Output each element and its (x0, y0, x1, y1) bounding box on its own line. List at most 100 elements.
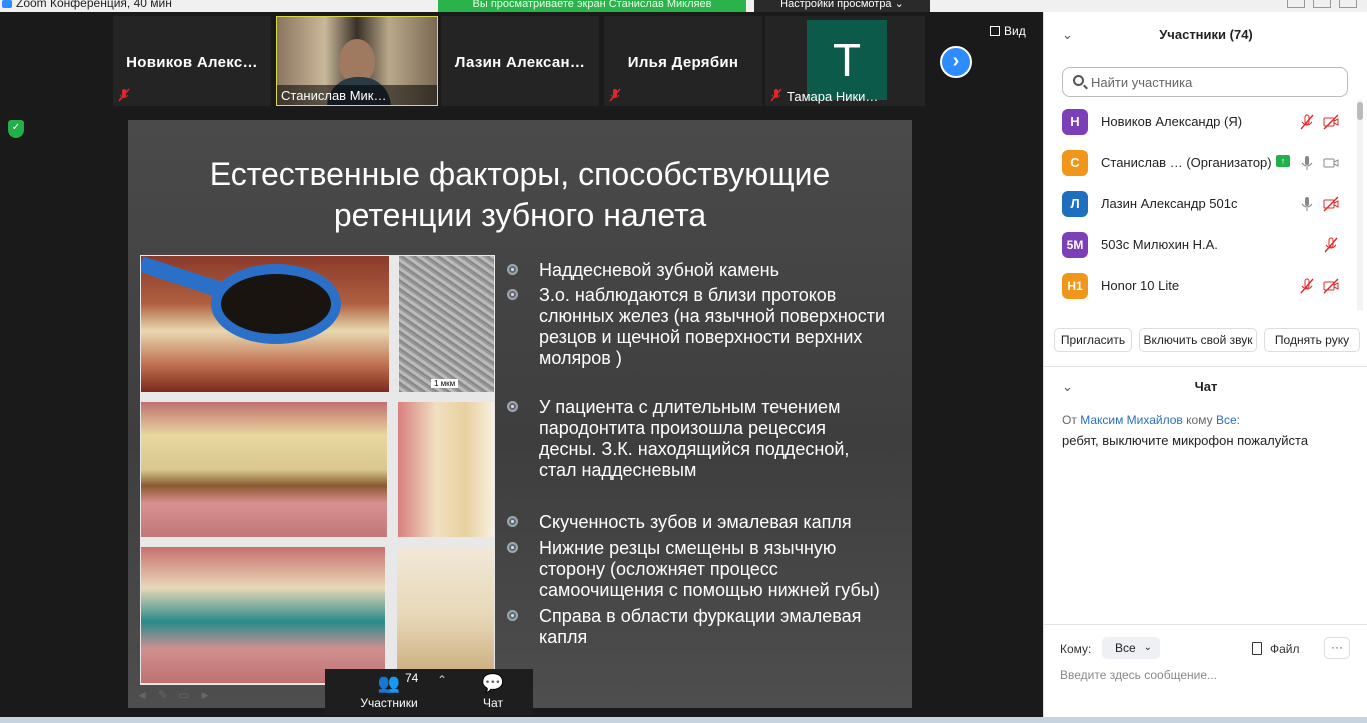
slide-navigation: ◄ ✎ ▭ ► (136, 688, 211, 702)
bullet-item: Справа в области фуркации эмалевая капля (506, 606, 886, 648)
view-label: Вид (1004, 24, 1026, 38)
photo-microscopy: 1 мкм (399, 256, 494, 392)
video-tile-tamara[interactable]: T Тамара Ники… (765, 16, 925, 106)
minimize-button[interactable] (1287, 0, 1305, 8)
file-button[interactable]: Файл (1252, 642, 1300, 656)
video-tile-deryabin[interactable]: Илья Дерябин (604, 16, 762, 106)
chevron-down-icon[interactable]: ⌄ (1062, 372, 1073, 402)
avatar: T (807, 20, 887, 100)
screen-share-icon: ↑ (1276, 155, 1290, 167)
window-title: Zoom Конференция, 40 мин (16, 0, 172, 10)
camera-off-icon[interactable] (1322, 195, 1340, 213)
participant-name: 503с Милюхин Н.А. (1101, 237, 1218, 252)
camera-off-icon[interactable] (1322, 113, 1340, 131)
mic-muted-icon (609, 88, 621, 102)
bullet-icon (507, 516, 518, 527)
close-window-button[interactable] (1339, 0, 1357, 8)
video-tile-novikov[interactable]: Новиков Алекс… (113, 16, 271, 106)
file-label: Файл (1270, 642, 1300, 656)
chat-header: ⌄ Чат (1044, 372, 1367, 402)
slide-bullet-list: Наддесневой зубной камень З.о. наблюдают… (506, 260, 886, 648)
next-slide-icon[interactable]: ► (199, 688, 211, 702)
mic-muted-icon[interactable] (1298, 277, 1316, 295)
raise-hand-button[interactable]: Поднять руку (1264, 328, 1360, 352)
participants-count: 74 (405, 671, 419, 685)
tile-name: Лазин Алексан… (454, 54, 586, 71)
bullet-icon (507, 542, 518, 553)
participant-row[interactable]: 5М 503с Милюхин Н.А. (1044, 227, 1356, 268)
chevron-right-icon: › (952, 50, 960, 72)
tile-name: Новиков Алекс… (126, 54, 258, 71)
chat-button[interactable]: 💬 Чат (471, 669, 515, 715)
participant-row[interactable]: H1 Honor 10 Lite (1044, 268, 1356, 309)
participant-search-input[interactable]: Найти участника (1062, 67, 1348, 97)
mic-muted-icon[interactable] (1298, 113, 1316, 131)
participant-name: Станислав … (Организатор) (1101, 155, 1272, 170)
recipient-value: Все (1115, 641, 1136, 655)
divider (1044, 624, 1367, 625)
mic-icon[interactable] (1298, 154, 1316, 172)
avatar: Л (1062, 191, 1088, 217)
participant-name: Лазин Александр 501с (1101, 196, 1238, 211)
participant-row[interactable]: Н Новиков Александр (Я) (1044, 104, 1356, 145)
recipient-select[interactable]: Все ⌄ (1102, 637, 1160, 659)
unmute-button[interactable]: Включить свой звук (1139, 328, 1257, 352)
bullet-icon (507, 610, 518, 621)
slide-title: Естественные факторы, способствующие рет… (128, 154, 912, 236)
shared-screen: ✓ Естественные факторы, способствующие р… (0, 110, 1043, 723)
chevron-down-icon[interactable]: ⌄ (1062, 12, 1073, 58)
invite-button[interactable]: Пригласить (1054, 328, 1132, 352)
meeting-toolbar: 👥 Участники 74 ⌃ 💬 Чат (325, 669, 533, 715)
bullet-item: Скученность зубов и эмалевая капля (506, 512, 886, 533)
mic-muted-icon (118, 88, 130, 102)
avatar: 5М (1062, 232, 1088, 258)
participant-name: Новиков Александр (Я) (1101, 114, 1243, 129)
participant-name: Honor 10 Lite (1101, 278, 1180, 293)
chat-message-text: ребят, выключите микрофон пожалуйста (1062, 433, 1309, 448)
video-tile-lazin[interactable]: Лазин Алексан… (441, 16, 599, 106)
prev-slide-icon[interactable]: ◄ (136, 688, 148, 702)
sender-link[interactable]: Максим Михайлов (1080, 413, 1183, 427)
participant-row[interactable]: С Станислав … (Организатор) ↑ (1044, 145, 1356, 186)
more-options-button[interactable]: ··· (1324, 637, 1350, 659)
mic-muted-icon[interactable] (1322, 236, 1340, 254)
avatar: H1 (1062, 273, 1088, 299)
chevron-up-icon[interactable]: ⌃ (437, 673, 447, 687)
recipient-link[interactable]: Все: (1216, 413, 1240, 427)
divider (1044, 366, 1367, 367)
maximize-button[interactable] (1313, 0, 1331, 8)
recipient-label: Кому: (1060, 642, 1092, 656)
bullet-icon (507, 401, 518, 412)
tile-name: Станислав Мик… (277, 85, 437, 105)
view-settings-label: Настройки просмотра (780, 0, 892, 10)
chat-title: Чат (1194, 379, 1218, 394)
bullet-item: Наддесневой зубной камень (506, 260, 886, 281)
avatar: Н (1062, 109, 1088, 135)
zoom-logo-icon (2, 0, 12, 8)
pen-icon[interactable]: ✎ (158, 688, 168, 702)
mic-icon[interactable] (1298, 195, 1316, 213)
photo-mirror-teeth (141, 256, 389, 392)
participant-row[interactable]: Л Лазин Александр 501с (1044, 186, 1356, 227)
chat-message-meta: От Максим Михайлов кому Все: (1062, 413, 1240, 427)
next-page-button[interactable]: › (940, 46, 972, 78)
view-settings-button[interactable]: Настройки просмотра ⌄ (754, 0, 930, 12)
photo-stained-incisors (141, 547, 385, 683)
view-button[interactable]: Вид (990, 24, 1026, 38)
file-icon (1252, 642, 1262, 655)
bullet-icon (507, 264, 518, 275)
participant-list-scrollbar[interactable] (1357, 100, 1363, 310)
slide-title-line-2: ретенции зубного налета (333, 197, 707, 233)
tile-name: Тамара Ники… (787, 89, 879, 104)
chat-label: Чат (483, 696, 503, 710)
encryption-shield-icon[interactable]: ✓ (8, 120, 24, 138)
clinical-photos: 1 мкм (140, 255, 495, 685)
video-tile-stanislav[interactable]: Станислав Мик… (276, 16, 438, 106)
slides-icon[interactable]: ▭ (178, 688, 189, 702)
camera-icon[interactable] (1322, 154, 1340, 172)
participant-list: Н Новиков Александр (Я) С Станислав … (О… (1044, 104, 1356, 314)
video-strip: Новиков Алекс… Станислав Мик… Лазин Алек… (0, 12, 1043, 110)
camera-off-icon[interactable] (1322, 277, 1340, 295)
chat-message-input[interactable]: Введите здесь сообщение... (1060, 668, 1217, 682)
bullet-item: Нижние резцы смещены в язычную сторону (… (506, 538, 886, 601)
